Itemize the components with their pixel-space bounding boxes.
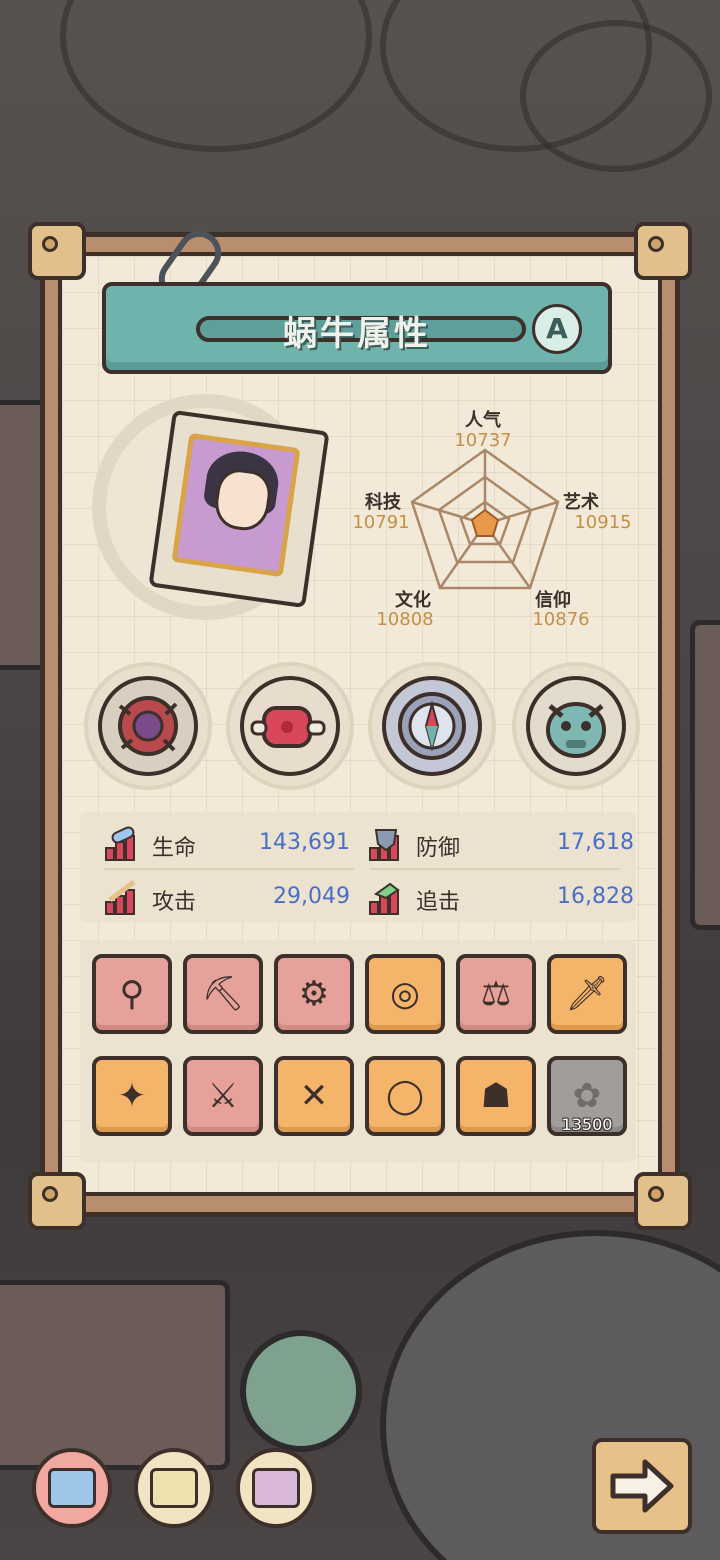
- equipment-slot[interactable]: ⚖: [456, 954, 536, 1034]
- goggles-icon: ◎: [390, 974, 420, 1014]
- radar-value-shape: [470, 508, 500, 537]
- chip-icon: [48, 1468, 96, 1508]
- stats-panel: 生命 143,691 防御 17,618 攻击 29,049 追击 16,828: [80, 812, 636, 922]
- equipment-slot[interactable]: ⛏: [183, 954, 263, 1034]
- corner-bracket: [28, 1172, 86, 1230]
- attack-icon: [105, 880, 136, 915]
- equipment-slot[interactable]: ✿ 13500: [547, 1056, 627, 1136]
- stat-hp-label: 生命: [152, 836, 197, 861]
- equipment-slot[interactable]: ✦: [92, 1056, 172, 1136]
- stat-defense: 防御 17,618: [344, 822, 634, 866]
- tab-snail-chip-2[interactable]: [134, 1448, 214, 1528]
- stat-attack-label: 攻击: [152, 890, 197, 915]
- unlock-cost: 13500: [561, 1115, 613, 1134]
- radar-value-popularity: 10737: [454, 430, 512, 451]
- radar-value-art: 10915: [574, 512, 632, 533]
- chip-icon: [150, 1468, 198, 1508]
- tab-snail-chip-3[interactable]: [236, 1448, 316, 1528]
- dragon-orb-icon: [526, 676, 626, 776]
- tab-snail-chip-1[interactable]: [32, 1448, 112, 1528]
- scale-icon: ⚖: [480, 974, 512, 1014]
- blaster-icon: ⚙: [298, 974, 330, 1014]
- radar-value-faith: 10876: [532, 609, 590, 630]
- radar-label-art: 艺术: [563, 492, 599, 513]
- equipment-slot[interactable]: ☗: [456, 1056, 536, 1136]
- skill-slot-dragon[interactable]: [512, 662, 640, 790]
- stat-pursuit-label: 追击: [416, 890, 461, 915]
- stat-defense-value: 17,618: [557, 830, 634, 855]
- mace-icon: ⚲: [119, 974, 145, 1014]
- thorn-orb-icon: [98, 676, 198, 776]
- stat-divider: [370, 868, 620, 870]
- equipment-slot[interactable]: ✕: [274, 1056, 354, 1136]
- stat-divider: [104, 868, 354, 870]
- chip-icon: [252, 1468, 300, 1508]
- defense-icon: [369, 829, 399, 861]
- rose-locked-icon: ✿: [572, 1076, 602, 1116]
- grade-badge[interactable]: A: [532, 304, 582, 354]
- equipment-slot[interactable]: ◎: [365, 954, 445, 1034]
- snail-portrait[interactable]: [171, 432, 301, 578]
- mummy-icon: ☗: [480, 1076, 512, 1116]
- corner-bracket: [634, 1172, 692, 1230]
- radar-value-tech: 10791: [352, 512, 410, 533]
- equipment-slot[interactable]: ⚙: [274, 954, 354, 1034]
- equipment-slot[interactable]: 🗡: [547, 954, 627, 1034]
- meat-orb-icon: [240, 676, 340, 776]
- stat-pursuit: 追击 16,828: [344, 876, 634, 920]
- stat-attack: 攻击 29,049: [80, 876, 350, 920]
- hp-icon: [105, 826, 135, 861]
- crossed-blades-icon: ✕: [299, 1076, 329, 1116]
- pursuit-icon: [369, 882, 400, 915]
- equipment-slot[interactable]: ⚔: [183, 1056, 263, 1136]
- equipment-slot[interactable]: ⚲: [92, 954, 172, 1034]
- pickaxe-icon: ⛏: [201, 974, 245, 1014]
- stat-defense-label: 防御: [416, 836, 461, 861]
- next-button[interactable]: [592, 1438, 692, 1534]
- equipment-slot[interactable]: ◯: [365, 1056, 445, 1136]
- stat-hp-value: 143,691: [259, 830, 350, 855]
- sword-icon: ⚔: [207, 1076, 239, 1116]
- rocket-icon: ✦: [117, 1076, 147, 1116]
- corner-bracket: [634, 222, 692, 280]
- radar-label-popularity: 人气: [465, 410, 501, 431]
- skill-slot-meat[interactable]: [226, 662, 354, 790]
- stat-attack-value: 29,049: [273, 884, 350, 909]
- skill-slot-compass[interactable]: [368, 662, 496, 790]
- dagger-icon: 🗡: [565, 974, 609, 1014]
- radar-value-culture: 10808: [376, 609, 434, 630]
- ring-icon: ◯: [385, 1076, 425, 1116]
- arrow-right-icon: [610, 1459, 674, 1513]
- compass-orb-icon: [382, 676, 482, 776]
- corner-bracket: [28, 222, 86, 280]
- stat-pursuit-value: 16,828: [557, 884, 634, 909]
- stat-hp: 生命 143,691: [80, 822, 350, 866]
- title-banner: 蜗牛属性 A: [102, 282, 612, 374]
- skill-slot-thorn[interactable]: [84, 662, 212, 790]
- radar-label-tech: 科技: [365, 492, 401, 513]
